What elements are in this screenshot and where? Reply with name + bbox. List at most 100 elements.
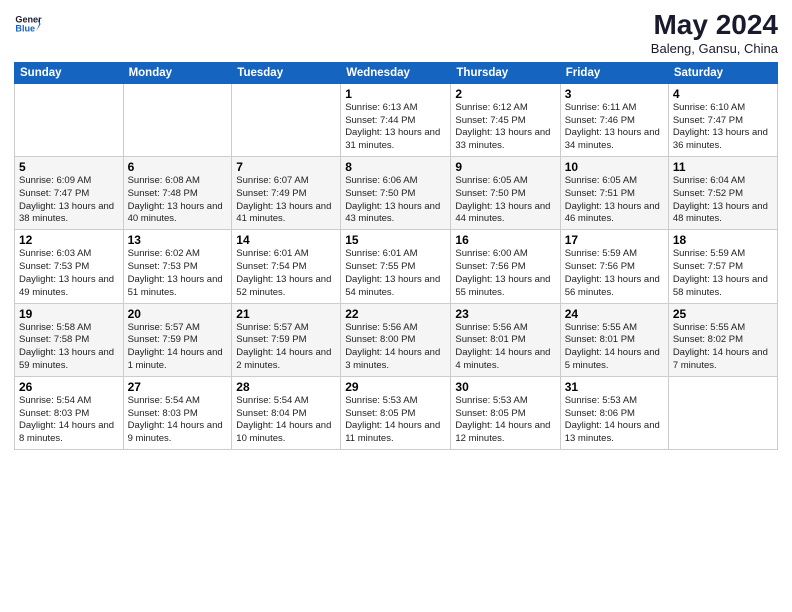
table-row: 31Sunrise: 5:53 AM Sunset: 8:06 PM Dayli…: [560, 376, 668, 449]
logo: General Blue: [14, 10, 42, 38]
day-info: Sunrise: 6:12 AM Sunset: 7:45 PM Dayligh…: [455, 102, 555, 153]
day-info: Sunrise: 6:06 AM Sunset: 7:50 PM Dayligh…: [345, 175, 446, 226]
day-number: 16: [455, 233, 555, 247]
header-monday: Monday: [123, 62, 232, 83]
day-number: 21: [236, 307, 336, 321]
day-info: Sunrise: 6:11 AM Sunset: 7:46 PM Dayligh…: [565, 102, 664, 153]
table-row: [15, 83, 124, 156]
table-row: 28Sunrise: 5:54 AM Sunset: 8:04 PM Dayli…: [232, 376, 341, 449]
header-saturday: Saturday: [668, 62, 777, 83]
table-row: 12Sunrise: 6:03 AM Sunset: 7:53 PM Dayli…: [15, 230, 124, 303]
day-info: Sunrise: 5:57 AM Sunset: 7:59 PM Dayligh…: [128, 322, 228, 373]
table-row: 4Sunrise: 6:10 AM Sunset: 7:47 PM Daylig…: [668, 83, 777, 156]
day-info: Sunrise: 5:59 AM Sunset: 7:57 PM Dayligh…: [673, 248, 773, 299]
title-location: Baleng, Gansu, China: [651, 41, 778, 56]
day-info: Sunrise: 6:04 AM Sunset: 7:52 PM Dayligh…: [673, 175, 773, 226]
day-number: 15: [345, 233, 446, 247]
table-row: 7Sunrise: 6:07 AM Sunset: 7:49 PM Daylig…: [232, 157, 341, 230]
day-info: Sunrise: 6:02 AM Sunset: 7:53 PM Dayligh…: [128, 248, 228, 299]
day-info: Sunrise: 5:54 AM Sunset: 8:03 PM Dayligh…: [19, 395, 119, 446]
day-info: Sunrise: 6:01 AM Sunset: 7:55 PM Dayligh…: [345, 248, 446, 299]
day-info: Sunrise: 6:05 AM Sunset: 7:50 PM Dayligh…: [455, 175, 555, 226]
table-row: [232, 83, 341, 156]
day-info: Sunrise: 6:05 AM Sunset: 7:51 PM Dayligh…: [565, 175, 664, 226]
day-number: 13: [128, 233, 228, 247]
table-row: 25Sunrise: 5:55 AM Sunset: 8:02 PM Dayli…: [668, 303, 777, 376]
header-sunday: Sunday: [15, 62, 124, 83]
day-number: 1: [345, 87, 446, 101]
table-row: 15Sunrise: 6:01 AM Sunset: 7:55 PM Dayli…: [341, 230, 451, 303]
page: General Blue May 2024 Baleng, Gansu, Chi…: [0, 0, 792, 612]
day-number: 19: [19, 307, 119, 321]
day-info: Sunrise: 5:59 AM Sunset: 7:56 PM Dayligh…: [565, 248, 664, 299]
table-row: 1Sunrise: 6:13 AM Sunset: 7:44 PM Daylig…: [341, 83, 451, 156]
day-number: 2: [455, 87, 555, 101]
day-number: 22: [345, 307, 446, 321]
header-tuesday: Tuesday: [232, 62, 341, 83]
table-row: [668, 376, 777, 449]
day-info: Sunrise: 5:53 AM Sunset: 8:05 PM Dayligh…: [345, 395, 446, 446]
day-number: 23: [455, 307, 555, 321]
header-thursday: Thursday: [451, 62, 560, 83]
header-friday: Friday: [560, 62, 668, 83]
day-number: 26: [19, 380, 119, 394]
day-number: 30: [455, 380, 555, 394]
table-row: 11Sunrise: 6:04 AM Sunset: 7:52 PM Dayli…: [668, 157, 777, 230]
table-row: 10Sunrise: 6:05 AM Sunset: 7:51 PM Dayli…: [560, 157, 668, 230]
day-info: Sunrise: 6:09 AM Sunset: 7:47 PM Dayligh…: [19, 175, 119, 226]
weekday-header-row: Sunday Monday Tuesday Wednesday Thursday…: [15, 62, 778, 83]
week-row-1: 1Sunrise: 6:13 AM Sunset: 7:44 PM Daylig…: [15, 83, 778, 156]
title-block: May 2024 Baleng, Gansu, China: [651, 10, 778, 56]
day-number: 7: [236, 160, 336, 174]
day-info: Sunrise: 6:08 AM Sunset: 7:48 PM Dayligh…: [128, 175, 228, 226]
calendar: Sunday Monday Tuesday Wednesday Thursday…: [14, 62, 778, 450]
day-info: Sunrise: 5:56 AM Sunset: 8:01 PM Dayligh…: [455, 322, 555, 373]
day-info: Sunrise: 6:01 AM Sunset: 7:54 PM Dayligh…: [236, 248, 336, 299]
day-info: Sunrise: 6:03 AM Sunset: 7:53 PM Dayligh…: [19, 248, 119, 299]
table-row: 9Sunrise: 6:05 AM Sunset: 7:50 PM Daylig…: [451, 157, 560, 230]
day-info: Sunrise: 5:58 AM Sunset: 7:58 PM Dayligh…: [19, 322, 119, 373]
day-number: 17: [565, 233, 664, 247]
title-month: May 2024: [651, 10, 778, 41]
day-info: Sunrise: 6:13 AM Sunset: 7:44 PM Dayligh…: [345, 102, 446, 153]
table-row: 3Sunrise: 6:11 AM Sunset: 7:46 PM Daylig…: [560, 83, 668, 156]
day-number: 5: [19, 160, 119, 174]
day-number: 20: [128, 307, 228, 321]
table-row: 20Sunrise: 5:57 AM Sunset: 7:59 PM Dayli…: [123, 303, 232, 376]
day-number: 25: [673, 307, 773, 321]
day-number: 12: [19, 233, 119, 247]
week-row-4: 19Sunrise: 5:58 AM Sunset: 7:58 PM Dayli…: [15, 303, 778, 376]
day-number: 6: [128, 160, 228, 174]
table-row: 13Sunrise: 6:02 AM Sunset: 7:53 PM Dayli…: [123, 230, 232, 303]
table-row: 23Sunrise: 5:56 AM Sunset: 8:01 PM Dayli…: [451, 303, 560, 376]
table-row: 21Sunrise: 5:57 AM Sunset: 7:59 PM Dayli…: [232, 303, 341, 376]
day-info: Sunrise: 5:57 AM Sunset: 7:59 PM Dayligh…: [236, 322, 336, 373]
table-row: 24Sunrise: 5:55 AM Sunset: 8:01 PM Dayli…: [560, 303, 668, 376]
day-info: Sunrise: 5:54 AM Sunset: 8:03 PM Dayligh…: [128, 395, 228, 446]
day-info: Sunrise: 5:55 AM Sunset: 8:02 PM Dayligh…: [673, 322, 773, 373]
week-row-2: 5Sunrise: 6:09 AM Sunset: 7:47 PM Daylig…: [15, 157, 778, 230]
table-row: 16Sunrise: 6:00 AM Sunset: 7:56 PM Dayli…: [451, 230, 560, 303]
day-info: Sunrise: 6:07 AM Sunset: 7:49 PM Dayligh…: [236, 175, 336, 226]
table-row: 30Sunrise: 5:53 AM Sunset: 8:05 PM Dayli…: [451, 376, 560, 449]
day-number: 11: [673, 160, 773, 174]
week-row-3: 12Sunrise: 6:03 AM Sunset: 7:53 PM Dayli…: [15, 230, 778, 303]
day-number: 10: [565, 160, 664, 174]
table-row: 2Sunrise: 6:12 AM Sunset: 7:45 PM Daylig…: [451, 83, 560, 156]
day-number: 29: [345, 380, 446, 394]
table-row: 8Sunrise: 6:06 AM Sunset: 7:50 PM Daylig…: [341, 157, 451, 230]
table-row: 22Sunrise: 5:56 AM Sunset: 8:00 PM Dayli…: [341, 303, 451, 376]
table-row: 17Sunrise: 5:59 AM Sunset: 7:56 PM Dayli…: [560, 230, 668, 303]
day-info: Sunrise: 5:56 AM Sunset: 8:00 PM Dayligh…: [345, 322, 446, 373]
day-number: 4: [673, 87, 773, 101]
svg-text:Blue: Blue: [15, 24, 35, 34]
table-row: 18Sunrise: 5:59 AM Sunset: 7:57 PM Dayli…: [668, 230, 777, 303]
table-row: [123, 83, 232, 156]
table-row: 14Sunrise: 6:01 AM Sunset: 7:54 PM Dayli…: [232, 230, 341, 303]
day-info: Sunrise: 5:53 AM Sunset: 8:06 PM Dayligh…: [565, 395, 664, 446]
table-row: 26Sunrise: 5:54 AM Sunset: 8:03 PM Dayli…: [15, 376, 124, 449]
table-row: 19Sunrise: 5:58 AM Sunset: 7:58 PM Dayli…: [15, 303, 124, 376]
day-number: 27: [128, 380, 228, 394]
day-number: 24: [565, 307, 664, 321]
day-number: 18: [673, 233, 773, 247]
